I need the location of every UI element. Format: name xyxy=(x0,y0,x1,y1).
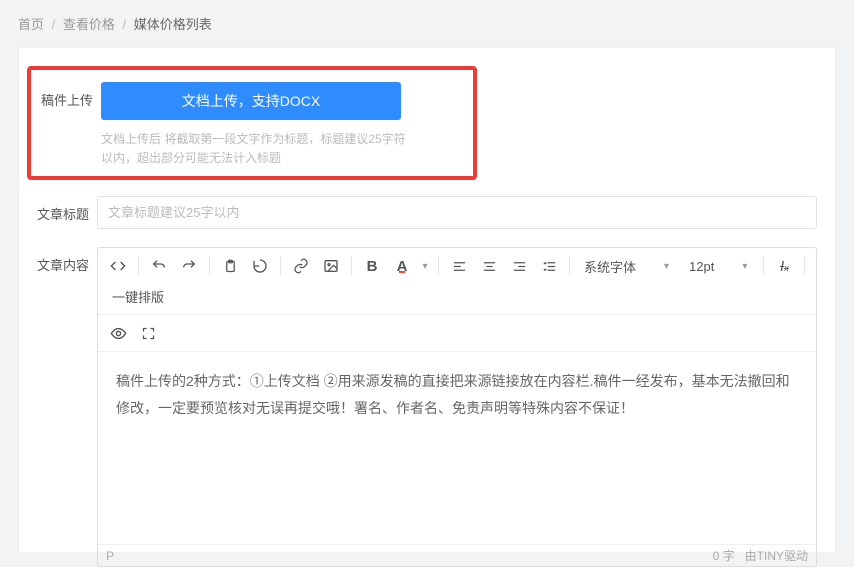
breadcrumb-sep: / xyxy=(52,17,56,32)
upload-label: 稿件上传 xyxy=(41,82,101,109)
breadcrumb-home[interactable]: 首页 xyxy=(18,17,44,32)
preview-icon[interactable] xyxy=(104,319,132,347)
toolbar-separator xyxy=(804,256,805,276)
editor-path: P xyxy=(106,549,114,563)
align-center-icon[interactable] xyxy=(475,252,503,280)
auto-format-button[interactable]: 一键排版 xyxy=(104,282,172,310)
editor-toolbar-2 xyxy=(98,315,816,352)
word-count: 0 字 xyxy=(713,549,735,563)
title-input[interactable] xyxy=(97,196,817,229)
undo-icon[interactable] xyxy=(145,252,173,280)
rich-editor: B A ▾ xyxy=(97,247,817,567)
editor-right-status: 0 字 由TINY驱动 xyxy=(713,547,808,564)
font-family-value: 系统字体 xyxy=(584,257,636,276)
editor-body[interactable]: 稿件上传的2种方式：①上传文档 ②用来源发稿的直接把来源链接放在内容栏.稿件一经… xyxy=(98,352,816,544)
paste-icon[interactable] xyxy=(216,252,244,280)
fullscreen-icon[interactable] xyxy=(134,319,162,347)
toolbar-separator xyxy=(351,256,352,276)
forecolor-chevron-icon[interactable]: ▾ xyxy=(418,252,432,280)
font-family-select[interactable]: 系统字体 ▾ xyxy=(576,252,679,280)
breadcrumb-prices[interactable]: 查看价格 xyxy=(63,17,115,32)
line-height-icon[interactable] xyxy=(535,252,563,280)
align-left-icon[interactable] xyxy=(445,252,473,280)
align-right-icon[interactable] xyxy=(505,252,533,280)
toolbar-separator xyxy=(438,256,439,276)
editor-toolbar-1: B A ▾ xyxy=(98,248,816,315)
toolbar-separator xyxy=(280,256,281,276)
form-panel: 稿件上传 文档上传，支持DOCX 文档上传后 将截取第一段文字作为标题，标题建议… xyxy=(18,47,836,552)
toolbar-separator xyxy=(209,256,210,276)
breadcrumb: 首页 / 查看价格 / 媒体价格列表 xyxy=(0,0,854,47)
toolbar-separator xyxy=(138,256,139,276)
forecolor-icon[interactable]: A xyxy=(388,252,416,280)
breadcrumb-sep: / xyxy=(123,17,127,32)
font-size-select[interactable]: 12pt ▾ xyxy=(681,252,757,280)
toolbar-separator xyxy=(569,256,570,276)
image-icon[interactable] xyxy=(317,252,345,280)
chevron-down-icon: ▾ xyxy=(664,261,669,272)
redo-icon[interactable] xyxy=(175,252,203,280)
editor-statusbar: P 0 字 由TINY驱动 xyxy=(98,544,816,566)
content-row: 文章内容 xyxy=(37,247,817,567)
restore-icon[interactable] xyxy=(246,252,274,280)
powered-by: 由TINY驱动 xyxy=(745,549,808,563)
bold-icon[interactable]: B xyxy=(358,252,386,280)
upload-row: 稿件上传 文档上传，支持DOCX 文档上传后 将截取第一段文字作为标题，标题建议… xyxy=(27,66,477,180)
content-label: 文章内容 xyxy=(37,247,97,274)
title-row: 文章标题 xyxy=(37,196,817,229)
link-icon[interactable] xyxy=(287,252,315,280)
source-code-icon[interactable] xyxy=(104,252,132,280)
upload-hint: 文档上传后 将截取第一段文字作为标题，标题建议25字符以内，超出部分可能无法计入… xyxy=(101,130,411,168)
toolbar-separator xyxy=(763,256,764,276)
upload-button[interactable]: 文档上传，支持DOCX xyxy=(101,82,401,120)
breadcrumb-current: 媒体价格列表 xyxy=(134,17,212,32)
font-size-value: 12pt xyxy=(689,259,714,274)
title-label: 文章标题 xyxy=(37,196,97,223)
clear-format-icon[interactable]: Ix xyxy=(770,252,798,280)
chevron-down-icon: ▾ xyxy=(742,261,747,272)
